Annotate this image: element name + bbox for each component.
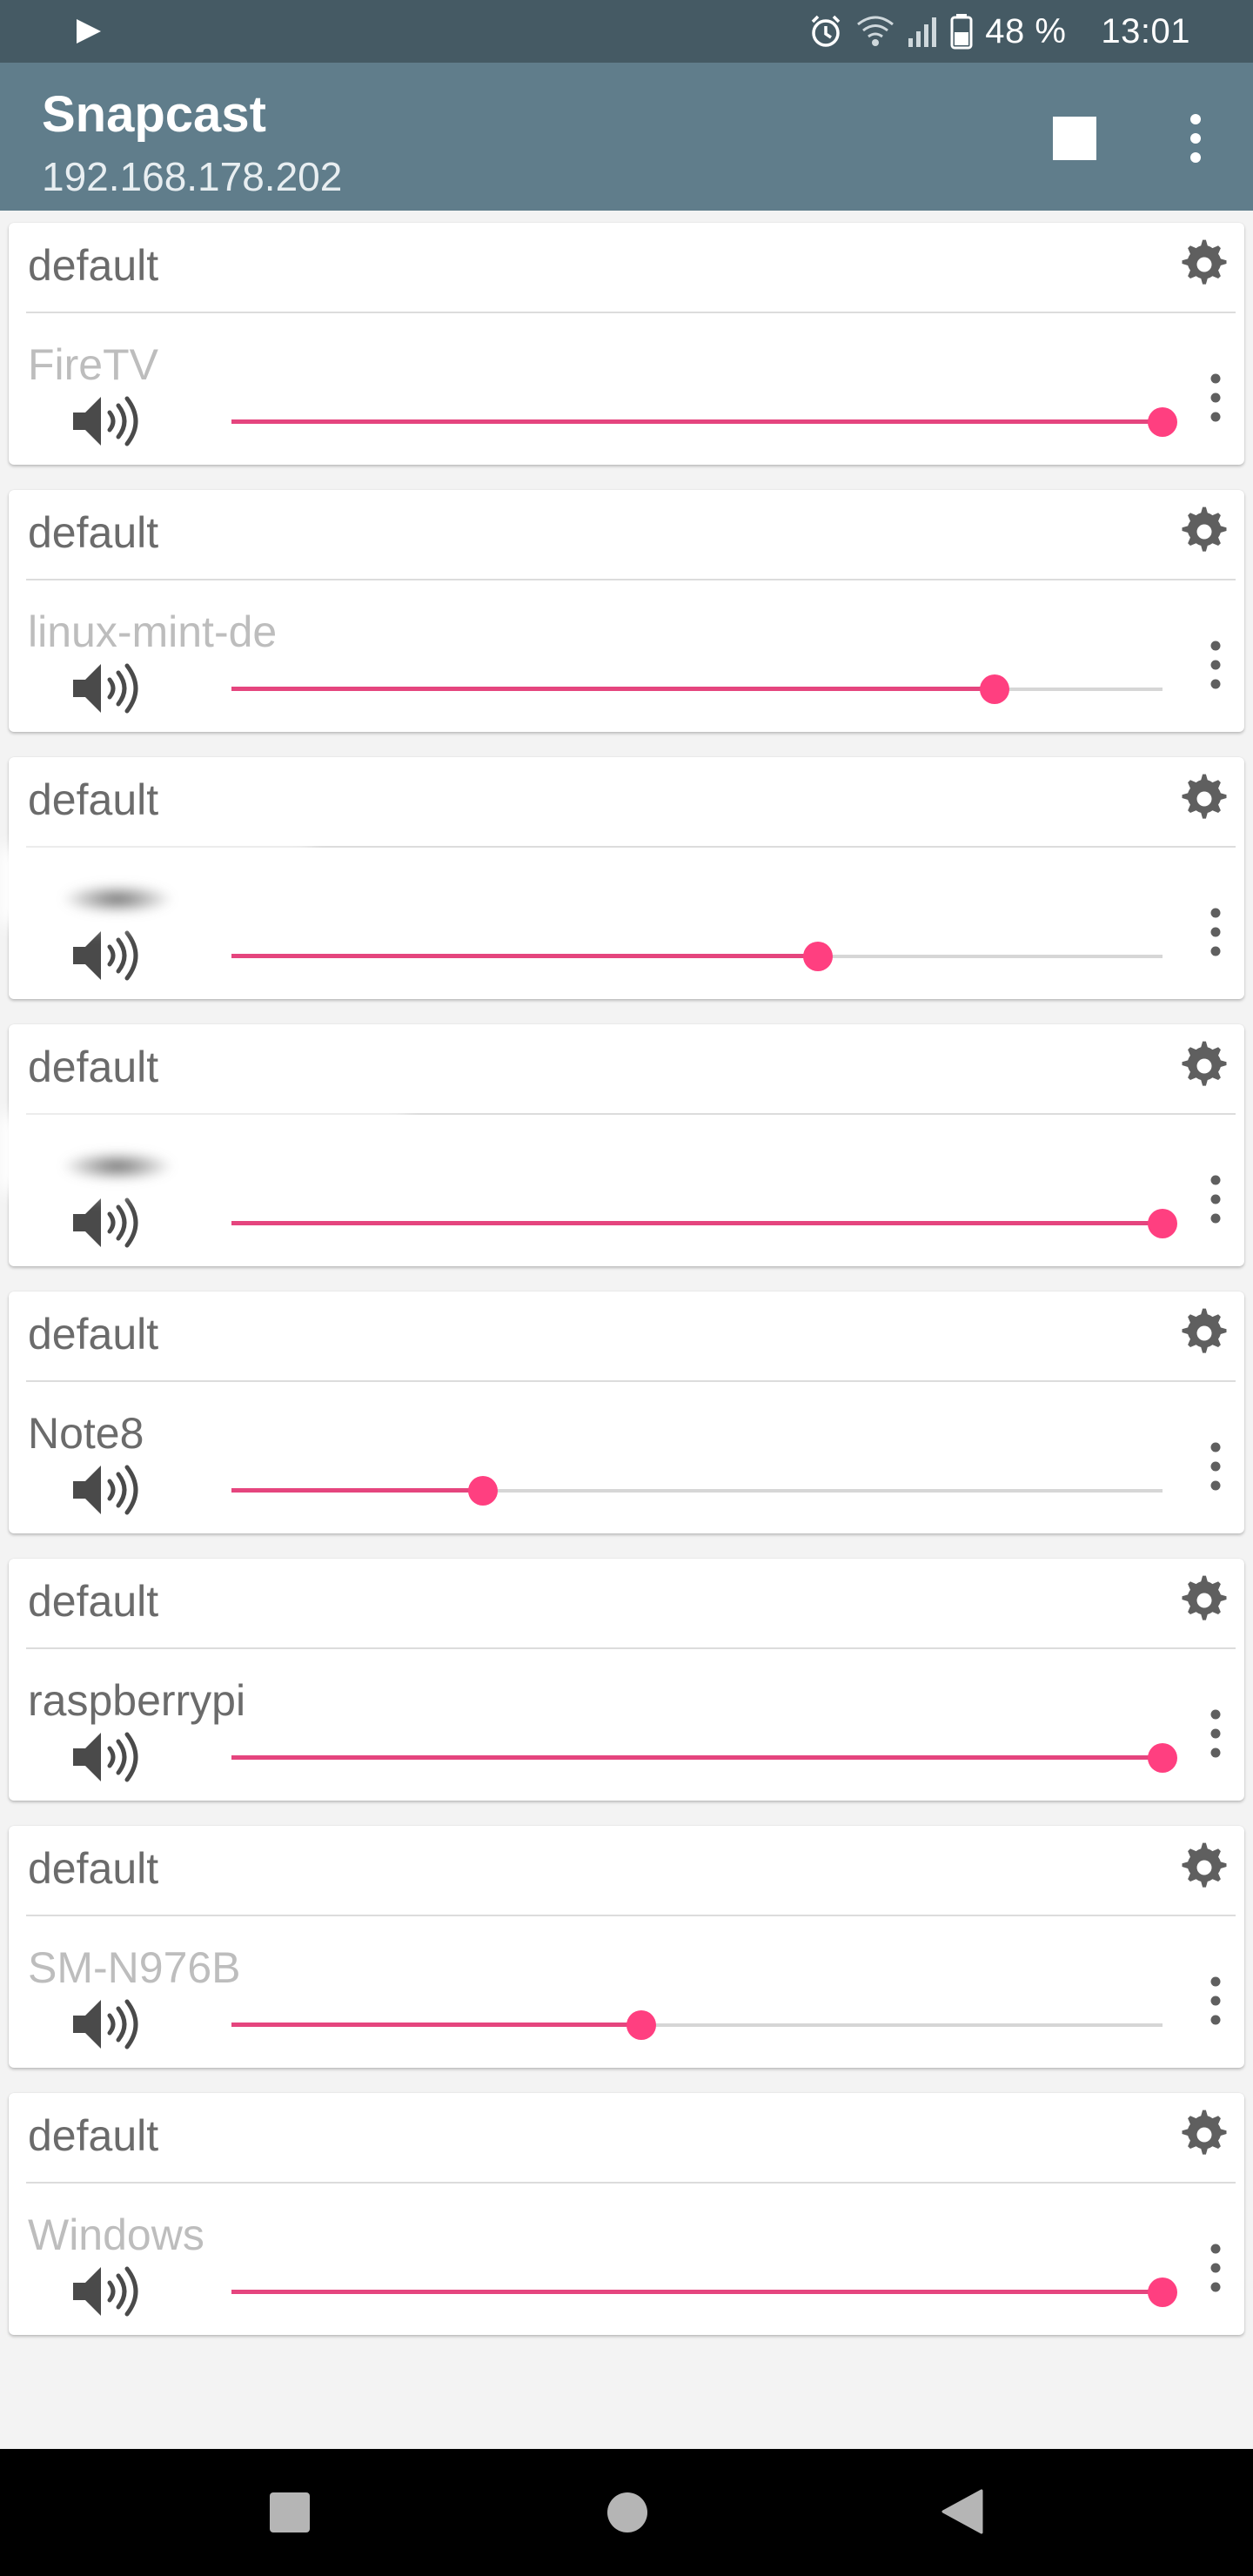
divider [26, 579, 1236, 580]
home-icon[interactable] [607, 2492, 647, 2532]
server-address: 192.168.178.202 [42, 154, 343, 199]
volume-slider-thumb[interactable] [980, 674, 1009, 704]
group-settings-icon[interactable] [1175, 1036, 1234, 1096]
obscured-client-name-blur [61, 884, 174, 914]
group-name[interactable]: default [28, 1042, 158, 1092]
volume-slider-fill [231, 2023, 641, 2027]
group-settings-icon[interactable] [1175, 235, 1234, 294]
divider [26, 312, 1236, 313]
group-name[interactable]: default [28, 507, 158, 558]
client-overflow-menu-icon[interactable] [1203, 1705, 1229, 1762]
battery-icon [950, 14, 973, 50]
client-name[interactable]: Windows [28, 2210, 204, 2260]
volume-slider[interactable] [223, 1197, 1177, 1249]
volume-slider-thumb[interactable] [468, 1476, 498, 1506]
navigation-bar [0, 2449, 1253, 2576]
group-name[interactable]: default [28, 775, 158, 825]
client-overflow-menu-icon[interactable] [1203, 903, 1229, 961]
group-card: default raspberrypi [9, 1559, 1244, 1801]
back-icon[interactable] [941, 2489, 983, 2534]
client-name[interactable]: Note8 [28, 1408, 144, 1459]
group-settings-icon[interactable] [1175, 1304, 1234, 1363]
app-title: Snapcast [42, 86, 266, 143]
volume-slider-thumb[interactable] [803, 942, 833, 971]
volume-slider-thumb[interactable] [1148, 1743, 1177, 1773]
group-name[interactable]: default [28, 2110, 158, 2161]
client-overflow-menu-icon[interactable] [1203, 1972, 1229, 2029]
group-name[interactable]: default [28, 1843, 158, 1894]
volume-slider[interactable] [223, 395, 1177, 447]
divider [26, 1380, 1236, 1382]
volume-mute-toggle-icon[interactable] [70, 2264, 144, 2319]
volume-slider[interactable] [223, 662, 1171, 714]
group-list: default FireTV default linux-mint-de def… [0, 211, 1253, 2449]
group-settings-icon[interactable] [1175, 2105, 1234, 2164]
volume-slider[interactable] [223, 1998, 1171, 2050]
volume-slider-thumb[interactable] [626, 2010, 656, 2040]
volume-slider-thumb[interactable] [1148, 1209, 1177, 1238]
app-bar: Snapcast 192.168.178.202 [0, 63, 1253, 211]
volume-mute-toggle-icon[interactable] [70, 1195, 144, 1251]
overflow-menu-icon[interactable] [1175, 110, 1216, 167]
client-overflow-menu-icon[interactable] [1203, 1171, 1229, 1228]
group-card: default [0, 1024, 1244, 1266]
volume-slider[interactable] [223, 929, 1171, 982]
alarm-icon [811, 15, 841, 47]
group-card: default linux-mint-de [9, 490, 1244, 732]
volume-slider-fill [231, 1221, 1163, 1225]
volume-mute-toggle-icon[interactable] [70, 661, 144, 716]
obscured-client-name-blur [61, 1151, 174, 1181]
volume-mute-toggle-icon[interactable] [70, 1729, 144, 1785]
group-settings-icon[interactable] [1175, 502, 1234, 561]
group-name[interactable]: default [28, 1309, 158, 1359]
group-card: default Note8 [9, 1291, 1244, 1533]
wifi-icon [857, 16, 895, 46]
volume-slider-fill [231, 1755, 1163, 1760]
group-settings-icon[interactable] [1175, 769, 1234, 828]
signal-icon [908, 17, 937, 47]
group-card: default FireTV [9, 223, 1244, 465]
divider [26, 2182, 1236, 2184]
divider [26, 1647, 1236, 1649]
client-name[interactable]: linux-mint-de [28, 607, 277, 657]
volume-slider-fill [231, 1488, 483, 1493]
recents-icon[interactable] [270, 2492, 310, 2532]
client-overflow-menu-icon[interactable] [1203, 369, 1229, 426]
group-settings-icon[interactable] [1175, 1838, 1234, 1897]
stop-icon[interactable] [1053, 117, 1096, 160]
group-name[interactable]: default [28, 240, 158, 291]
group-card: default Windows [9, 2093, 1244, 2335]
client-overflow-menu-icon[interactable] [1203, 636, 1229, 694]
group-name[interactable]: default [28, 1576, 158, 1627]
volume-slider-fill [231, 2290, 1163, 2294]
client-overflow-menu-icon[interactable] [1203, 1438, 1229, 1495]
volume-slider[interactable] [223, 1731, 1177, 1783]
divider [26, 1915, 1236, 1916]
client-name[interactable]: FireTV [28, 339, 158, 390]
group-card: default [0, 757, 1244, 999]
volume-slider-thumb[interactable] [1148, 2277, 1177, 2307]
status-icons: 48 % 13:01 [807, 0, 1190, 63]
volume-mute-toggle-icon[interactable] [70, 393, 144, 449]
client-name[interactable]: SM-N976B [28, 1942, 241, 1993]
volume-slider-fill [231, 687, 995, 691]
client-overflow-menu-icon[interactable] [1203, 2239, 1229, 2297]
volume-slider-thumb[interactable] [1148, 407, 1177, 437]
play-icon [77, 19, 101, 44]
volume-slider-fill [231, 419, 1163, 424]
client-name[interactable]: raspberrypi [28, 1675, 245, 1726]
group-card: default SM-N976B [9, 1826, 1244, 2068]
volume-slider[interactable] [223, 2265, 1177, 2318]
group-settings-icon[interactable] [1175, 1571, 1234, 1630]
volume-slider[interactable] [223, 1464, 1171, 1516]
battery-percentage: 48 % [985, 11, 1067, 50]
status-bar: 48 % 13:01 [0, 0, 1253, 63]
volume-mute-toggle-icon[interactable] [70, 1996, 144, 2052]
clock: 13:01 [1101, 11, 1190, 50]
volume-mute-toggle-icon[interactable] [70, 928, 144, 983]
volume-slider-fill [231, 954, 818, 958]
volume-mute-toggle-icon[interactable] [70, 1462, 144, 1518]
